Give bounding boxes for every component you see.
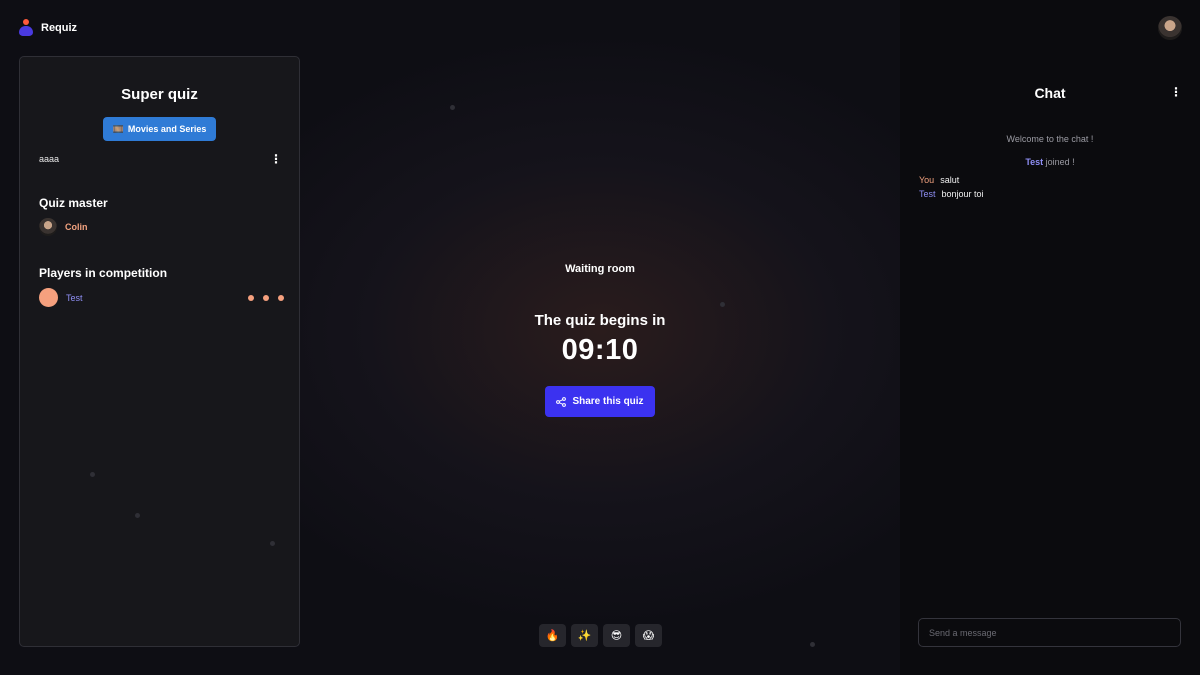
reaction-bar: 🔥 ✨ 😎 😱 [539,624,662,647]
quiz-master-row: Colin [39,218,88,236]
chat-message: Test bonjour toi [919,189,984,199]
chat-message-input[interactable] [918,618,1181,647]
quiz-master-name: Colin [65,222,88,232]
sparkles-reaction-button[interactable]: ✨ [571,624,598,647]
background-particle [810,642,815,647]
app-name: Requiz [41,22,78,34]
quiz-master-avatar [39,218,57,236]
background-particle [270,541,275,546]
quiz-options-kebab-icon[interactable]: ⋮ [270,153,282,165]
cool-reaction-button[interactable]: 😎 [603,624,630,647]
chat-message-text: bonjour toi [941,189,984,199]
category-label: Movies and Series [127,124,207,134]
app-brand[interactable]: Requiz [19,19,77,37]
joined-user-name: Test [1025,157,1044,167]
waiting-room-heading: Waiting room [565,263,635,275]
player-typing-dots-icon [248,295,284,301]
chat-message: You salut [919,175,959,185]
countdown-timer: 09:10 [561,334,639,366]
background-particle [720,302,725,307]
chat-message-author: Test [919,189,936,199]
background-particle [450,105,455,110]
chat-panel [900,0,1200,675]
background-particle [90,472,95,477]
player-row: Test [39,288,83,307]
requiz-logo-icon [19,19,33,37]
quiz-title: Super quiz [121,86,198,103]
quiz-info-panel: Super quiz 🎞️ Movies and Series aaaa ⋮ Q… [19,56,300,647]
quiz-master-heading: Quiz master [39,196,108,210]
share-quiz-button[interactable]: Share this quiz [545,386,655,417]
chat-welcome-message: Welcome to the chat ! [1006,134,1094,144]
quiz-begins-label: The quiz begins in [534,312,666,329]
category-badge[interactable]: 🎞️ Movies and Series [103,117,216,141]
chat-title: Chat [1034,85,1066,101]
chat-options-kebab-icon[interactable]: ⋮ [1170,86,1182,98]
joined-suffix: joined ! [1043,157,1075,167]
chat-joined-message: Test joined ! [900,157,1200,167]
chat-message-text: salut [940,175,960,185]
scream-reaction-button[interactable]: 😱 [635,624,662,647]
players-heading: Players in competition [39,266,168,280]
fire-reaction-button[interactable]: 🔥 [539,624,566,647]
player-name: Test [66,292,83,303]
film-icon: 🎞️ [112,123,124,134]
player-avatar [39,288,58,307]
user-avatar[interactable] [1158,16,1182,40]
quiz-description: aaaa [39,154,60,164]
share-icon [556,396,567,407]
background-particle [135,513,140,518]
share-quiz-label: Share this quiz [572,396,644,407]
chat-message-author: You [919,175,935,185]
